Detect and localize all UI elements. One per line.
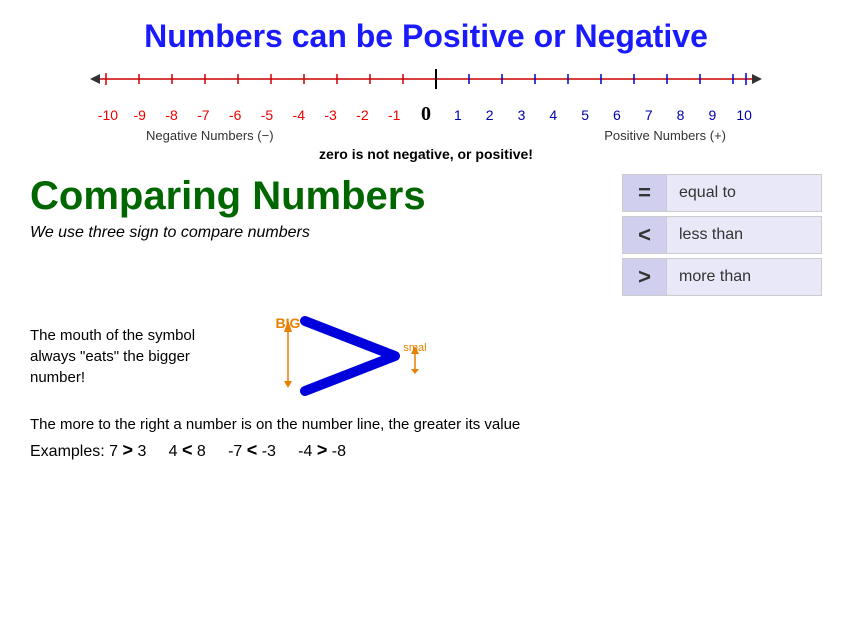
mouth-diagram: BIG smal xyxy=(250,306,450,406)
example-3: -7 < -3 xyxy=(228,443,276,460)
mouth-svg: BIG smal xyxy=(250,306,450,406)
comparing-section: Comparing Numbers We use three sign to c… xyxy=(30,174,822,296)
comparing-subtitle: We use three sign to compare numbers xyxy=(30,224,602,242)
number-line-svg xyxy=(86,65,766,101)
num-4: 4 xyxy=(538,107,568,123)
examples-row: Examples: 7 > 3 4 < 8 -7 < -3 -4 > -8 xyxy=(30,437,822,464)
bottom-note: The more to the right a number is on the… xyxy=(30,414,822,464)
num-neg5: -5 xyxy=(252,107,282,123)
num-neg10: -10 xyxy=(93,107,123,123)
example-spacer-3 xyxy=(280,443,293,460)
number-line-wrapper xyxy=(86,65,766,101)
num-neg2: -2 xyxy=(348,107,378,123)
num-3: 3 xyxy=(507,107,537,123)
ex1-sym: > xyxy=(123,440,134,460)
number-labels-row: -10 -9 -8 -7 -6 -5 -4 -3 -2 -1 0 1 2 3 4… xyxy=(86,103,766,126)
ex2-sym: < xyxy=(182,440,193,460)
number-line-container: -10 -9 -8 -7 -6 -5 -4 -3 -2 -1 0 1 2 3 4… xyxy=(30,65,822,170)
num-1: 1 xyxy=(443,107,473,123)
example-spacer-1 xyxy=(151,443,164,460)
num-neg7: -7 xyxy=(188,107,218,123)
comparing-title: Comparing Numbers xyxy=(30,174,602,218)
example-4: -4 > -8 xyxy=(298,443,346,460)
num-9: 9 xyxy=(697,107,727,123)
mouth-text: The mouth of the symbol always "eats" th… xyxy=(30,325,230,388)
page: Numbers can be Positive or Negative xyxy=(0,0,852,622)
less-label: less than xyxy=(667,226,755,244)
ex4-sym: > xyxy=(317,440,328,460)
num-8: 8 xyxy=(666,107,696,123)
num-neg3: -3 xyxy=(316,107,346,123)
num-zero: 0 xyxy=(411,103,441,126)
symbol-row-less: < less than xyxy=(622,216,822,254)
bottom-note-text: The more to the right a number is on the… xyxy=(30,414,822,437)
num-2: 2 xyxy=(475,107,505,123)
equal-label: equal to xyxy=(667,184,748,202)
examples-label: Examples: xyxy=(30,443,105,460)
num-neg8: -8 xyxy=(157,107,187,123)
more-label: more than xyxy=(667,268,763,286)
mouth-section: The mouth of the symbol always "eats" th… xyxy=(30,306,822,406)
example-1: 7 > 3 xyxy=(109,443,146,460)
num-neg6: -6 xyxy=(220,107,250,123)
positive-numbers-label: Positive Numbers (+) xyxy=(604,128,726,143)
ex3-sym: < xyxy=(247,440,258,460)
neg-pos-labels: Negative Numbers (−) Positive Numbers (+… xyxy=(86,128,766,143)
num-7: 7 xyxy=(634,107,664,123)
num-6: 6 xyxy=(602,107,632,123)
example-spacer-2 xyxy=(210,443,223,460)
symbol-row-more: > more than xyxy=(622,258,822,296)
num-10: 10 xyxy=(729,107,759,123)
comparing-symbols: = equal to < less than > more than xyxy=(622,174,822,296)
comparing-left: Comparing Numbers We use three sign to c… xyxy=(30,174,602,242)
zero-note: zero is not negative, or positive! xyxy=(319,146,533,162)
num-neg9: -9 xyxy=(125,107,155,123)
negative-numbers-label: Negative Numbers (−) xyxy=(146,128,274,143)
less-symbol: < xyxy=(623,217,667,253)
num-neg4: -4 xyxy=(284,107,314,123)
symbol-row-equal: = equal to xyxy=(622,174,822,212)
num-5: 5 xyxy=(570,107,600,123)
more-symbol: > xyxy=(623,259,667,295)
page-title: Numbers can be Positive or Negative xyxy=(30,18,822,55)
num-neg1: -1 xyxy=(379,107,409,123)
equal-symbol: = xyxy=(623,175,667,211)
example-2: 4 < 8 xyxy=(169,443,206,460)
